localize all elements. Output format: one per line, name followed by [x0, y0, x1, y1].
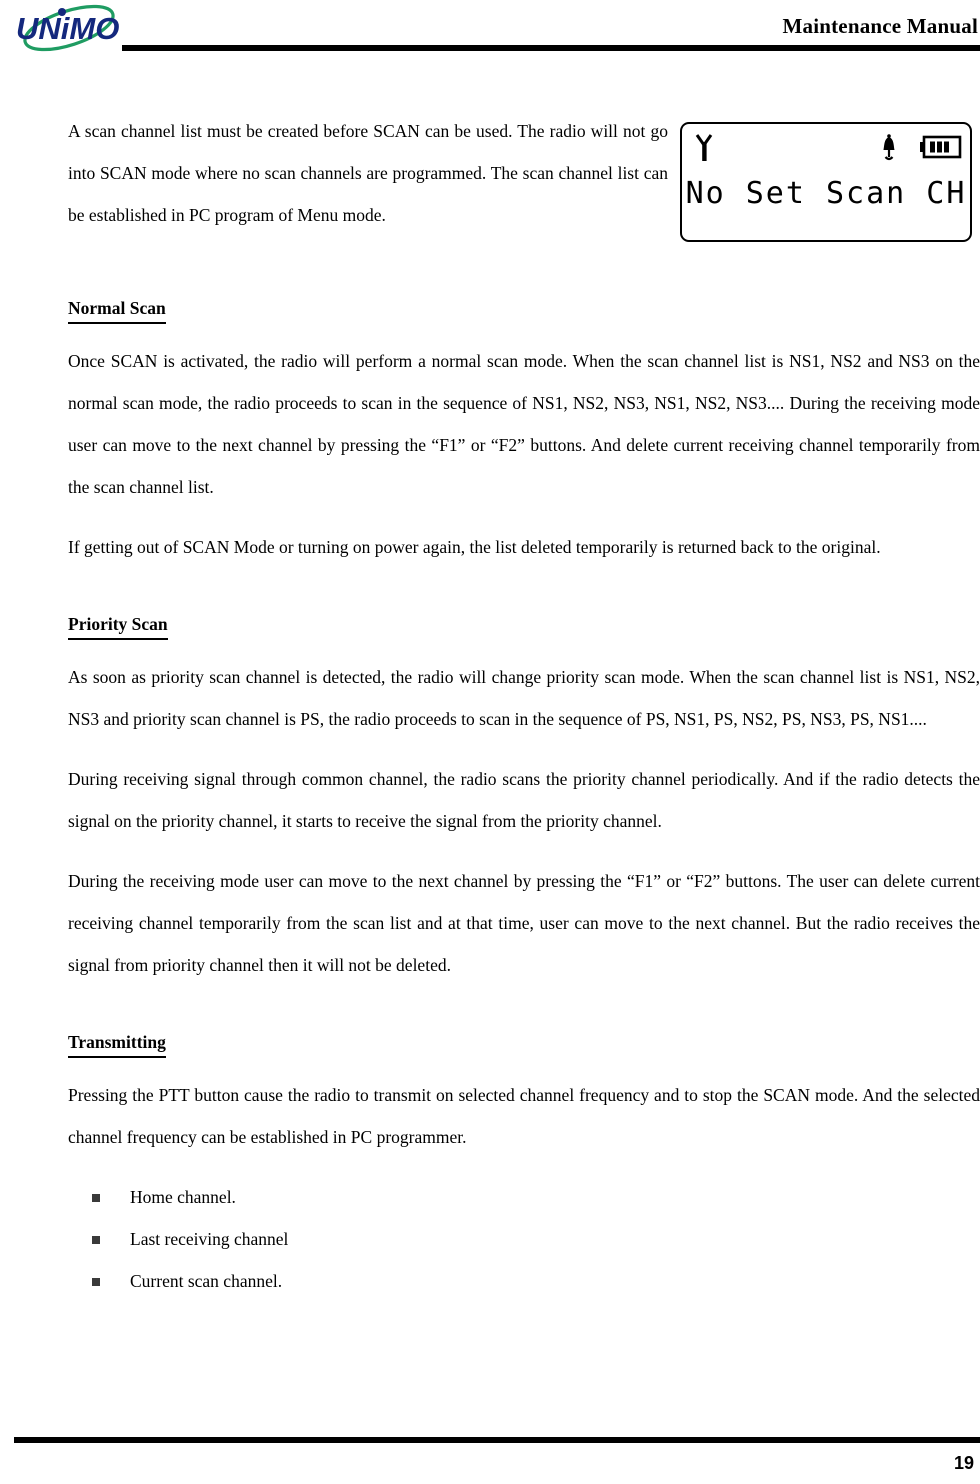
list-item-label: Home channel. — [130, 1187, 236, 1207]
paragraph-priority-scan-2: During receiving signal through common c… — [68, 769, 980, 831]
unimo-logo-svg: UNiMO — [16, 4, 119, 52]
lcd-status-icons — [682, 128, 970, 168]
page-number: 19 — [953, 1453, 974, 1473]
header-divider — [122, 45, 980, 51]
paragraph-normal-scan-2: If getting out of SCAN Mode or turning o… — [68, 537, 881, 557]
svg-text:UNiMO: UNiMO — [16, 11, 119, 46]
section-transmitting: Transmitting — [68, 1004, 980, 1074]
battery-icon — [920, 135, 962, 166]
paragraph-priority-scan-1: As soon as priority scan channel is dete… — [68, 667, 980, 729]
page-header: UNiMO Maintenance Manual — [0, 0, 980, 58]
paragraph-transmitting-1: Pressing the PTT button cause the radio … — [68, 1085, 980, 1147]
intro-block: A scan channel list must be created befo… — [68, 110, 980, 270]
list-item-label: Current scan channel. — [130, 1271, 283, 1291]
list-item: Home channel. — [68, 1176, 980, 1218]
section-normal-scan: Normal Scan — [68, 270, 980, 340]
square-bullet-icon — [92, 1236, 100, 1244]
paragraph-priority-scan-3: During the receiving mode user can move … — [68, 871, 980, 975]
footer-divider — [14, 1437, 980, 1443]
paragraph-normal-scan-1: Once SCAN is activated, the radio will p… — [68, 351, 980, 497]
unimo-logo: UNiMO — [14, 2, 124, 54]
list-item: Last receiving channel — [68, 1218, 980, 1260]
list-item: Current scan channel. — [68, 1260, 980, 1302]
bell-icon — [878, 133, 900, 168]
lcd-display-text: No Set Scan CH — [685, 176, 967, 211]
section-priority-scan: Priority Scan — [68, 586, 980, 656]
lcd-display-figure: No Set Scan CH — [680, 122, 972, 242]
list-item-label: Last receiving channel — [130, 1229, 289, 1249]
antenna-icon — [694, 133, 716, 168]
intro-paragraph: A scan channel list must be created befo… — [68, 121, 668, 225]
page-content: A scan channel list must be created befo… — [68, 110, 980, 1302]
heading-normal-scan: Normal Scan — [68, 296, 166, 324]
header-title: Maintenance Manual — [782, 14, 978, 38]
square-bullet-icon — [92, 1278, 100, 1286]
heading-priority-scan: Priority Scan — [68, 612, 168, 640]
heading-transmitting: Transmitting — [68, 1030, 166, 1058]
transmitting-bullet-list: Home channel. Last receiving channel Cur… — [68, 1176, 980, 1302]
square-bullet-icon — [92, 1194, 100, 1202]
